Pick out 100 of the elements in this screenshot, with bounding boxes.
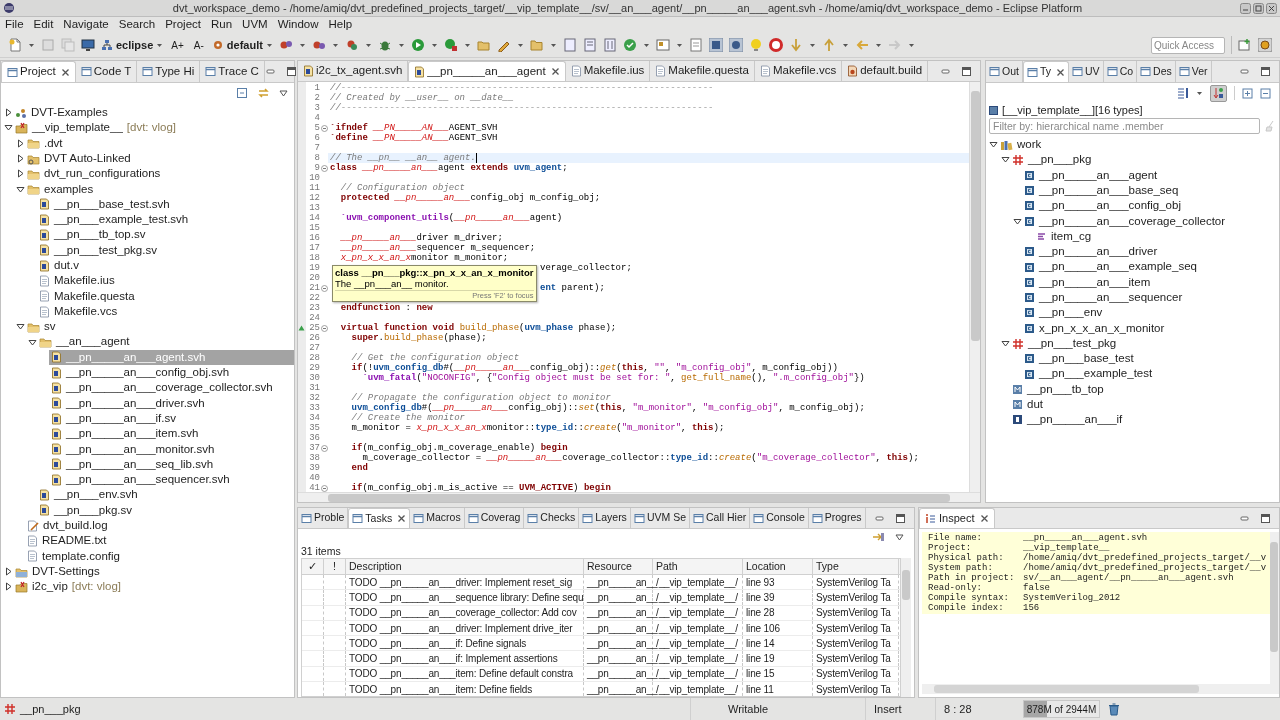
minimize-window-icon[interactable]	[1240, 2, 1251, 14]
list-icon[interactable]	[1177, 87, 1189, 99]
tree-item[interactable]: __pn_____an___coverage_collector.svh	[51, 380, 277, 396]
monitor-icon[interactable]	[81, 38, 95, 52]
tree-item[interactable]: __pn___base_test	[1024, 351, 1138, 367]
vertical-scrollbar[interactable]	[1270, 532, 1279, 694]
tab[interactable]: Macros	[410, 508, 465, 528]
maximize-icon[interactable]	[285, 66, 297, 77]
tree-item[interactable]: README.txt	[27, 533, 111, 549]
tree-item[interactable]: __pn_____an___config_obj	[1024, 198, 1185, 214]
dropdown-arrow-icon[interactable]	[808, 41, 816, 49]
vertical-scrollbar[interactable]	[969, 82, 980, 492]
tab[interactable]: Out	[986, 61, 1023, 82]
tree-item[interactable]: dut.v	[39, 257, 83, 274]
tab[interactable]: Proble	[298, 508, 349, 528]
tree-item[interactable]: __pn_____an___if	[1012, 412, 1127, 428]
minimize-icon[interactable]	[264, 66, 276, 77]
tree-item[interactable]: sv	[27, 319, 60, 335]
tree-item[interactable]: __pn___test_pkg.sv	[39, 242, 161, 258]
expand-arrow-icon[interactable]	[16, 138, 25, 148]
dropdown-arrow-icon[interactable]	[430, 41, 438, 49]
tree-item[interactable]: DVT Auto-Linked	[27, 150, 135, 167]
tree-item[interactable]: __pn_____an___base_seq	[1024, 182, 1183, 199]
tree-item[interactable]: __pn___example_test.svh	[39, 212, 193, 228]
tree-item[interactable]: __pn_____an___config_obj.svh	[51, 365, 234, 381]
dropdown-arrow-icon[interactable]	[331, 41, 339, 49]
view-menu-icon[interactable]	[279, 88, 288, 98]
menu-item[interactable]: Edit	[33, 16, 54, 34]
tree-item[interactable]: __pn___tb_top.sv	[39, 227, 150, 243]
dropdown-arrow-icon[interactable]	[156, 41, 164, 49]
close-icon[interactable]	[980, 514, 990, 523]
run-external-icon[interactable]	[443, 38, 458, 52]
collapse-arrow-icon[interactable]	[1001, 155, 1010, 165]
dropdown-arrow-icon[interactable]	[841, 41, 849, 49]
fold-icon[interactable]	[320, 284, 328, 292]
tree-item[interactable]: DVT-Examples	[15, 105, 112, 121]
view-menu-icon[interactable]	[895, 532, 904, 542]
dropdown-arrow-icon[interactable]	[642, 41, 650, 49]
dropdown-arrow-icon[interactable]	[1196, 89, 1203, 97]
tree-item[interactable]: __pn_____an___sequencer	[1024, 289, 1187, 306]
tree-item[interactable]: x_pn_x_x_an_x_monitor	[1024, 320, 1169, 336]
column-header[interactable]: Path	[656, 559, 678, 575]
fold-icon[interactable]	[320, 164, 328, 172]
tree-item[interactable]: __pn___env.svh	[39, 487, 142, 503]
collapse-arrow-icon[interactable]	[16, 322, 25, 332]
tree-item[interactable]: __pn_____an___item.svh	[51, 426, 203, 442]
configuration-dropdown[interactable]: default	[211, 36, 273, 54]
expand-arrow-icon[interactable]	[4, 582, 13, 592]
tree-item[interactable]: __pn___tb_top	[1012, 381, 1108, 398]
tree-item[interactable]: __pn_____an___monitor.svh	[51, 441, 219, 457]
tree-item[interactable]: __pn_____an___seq_lib.svh	[51, 456, 218, 473]
dropdown-arrow-icon[interactable]	[516, 41, 524, 49]
open-perspective-icon[interactable]	[1238, 38, 1252, 52]
tree-item[interactable]: i2c_vip [dvt: vlog]	[15, 579, 126, 595]
column-header[interactable]: !	[333, 559, 336, 575]
column-header[interactable]: Location	[746, 559, 786, 575]
dropdown-arrow-icon[interactable]	[907, 41, 915, 49]
tab[interactable]: Layers	[579, 508, 631, 528]
close-icon[interactable]	[1056, 67, 1066, 77]
dropdown-arrow-icon[interactable]	[397, 41, 405, 49]
quick-access-field[interactable]: Quick Access	[1151, 36, 1225, 54]
tree-item[interactable]: Makefile.ius	[39, 273, 119, 289]
maximize-icon[interactable]	[895, 512, 906, 524]
expand-arrow-icon[interactable]	[16, 169, 25, 179]
panel-toggle-icon[interactable]	[708, 38, 723, 52]
dropdown-arrow-icon[interactable]	[675, 41, 683, 49]
tree-item[interactable]: __pn_____an___if.sv	[51, 410, 180, 427]
run-icon[interactable]	[410, 38, 425, 52]
vertical-scrollbar[interactable]	[901, 558, 911, 697]
frame-icon[interactable]	[655, 38, 670, 52]
collapse-arrow-icon[interactable]	[1013, 216, 1022, 226]
dropdown-arrow-icon[interactable]	[364, 41, 372, 49]
filter-field[interactable]: Filter by: hierarchical name .member	[989, 118, 1260, 134]
menu-item[interactable]: Run	[211, 16, 233, 34]
tab[interactable]: Console	[750, 508, 809, 528]
tree-item[interactable]: __pn_____an___example_seq	[1024, 259, 1201, 275]
maximize-icon[interactable]	[1260, 66, 1271, 77]
tab[interactable]: Inspect	[919, 508, 996, 528]
dropdown-arrow-icon[interactable]	[28, 41, 35, 49]
fold-icon[interactable]	[320, 484, 328, 492]
collapse-arrow-icon[interactable]	[989, 140, 998, 150]
menu-item[interactable]: Search	[118, 16, 156, 34]
close-icon[interactable]	[60, 67, 70, 77]
new-file-icon[interactable]	[8, 38, 22, 52]
maximize-icon[interactable]	[961, 65, 972, 77]
tree-item[interactable]: __pn___pkg.sv	[39, 502, 136, 518]
collapse-all-icon[interactable]	[1260, 87, 1271, 99]
close-icon[interactable]	[550, 67, 560, 76]
expand-all-icon[interactable]	[1242, 87, 1253, 99]
menu-item[interactable]: Window	[277, 16, 319, 34]
check-circle-icon[interactable]	[622, 38, 637, 52]
close-icon[interactable]	[397, 514, 407, 523]
collapse-all-icon[interactable]	[236, 87, 248, 99]
tree-item[interactable]: __pn_____an___coverage_collector	[1024, 213, 1230, 229]
maximize-icon[interactable]	[1260, 512, 1271, 524]
expand-arrow-icon[interactable]	[4, 108, 13, 118]
tree-item[interactable]: dut	[1012, 397, 1047, 413]
tree-item[interactable]: examples	[27, 181, 98, 197]
horizontal-scrollbar[interactable]	[922, 684, 1270, 694]
tab[interactable]: UV	[1069, 61, 1104, 82]
